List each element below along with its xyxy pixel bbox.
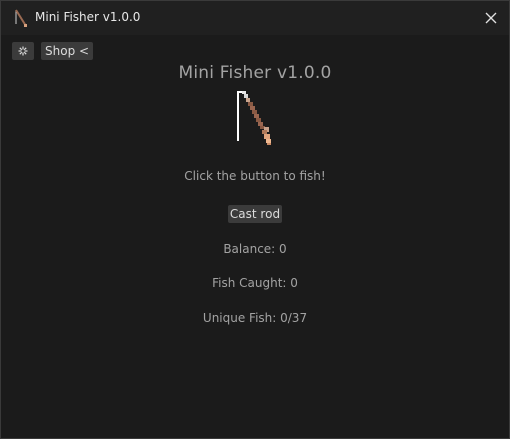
cast-rod-button[interactable]: Cast rod (228, 205, 282, 223)
shop-button[interactable]: Shop < (41, 42, 94, 60)
page-title: Mini Fisher v1.0.0 (178, 63, 332, 83)
fishing-rod-icon (233, 89, 281, 149)
close-icon (485, 12, 497, 24)
instruction-text: Click the button to fish! (184, 169, 326, 183)
settings-button[interactable] (12, 42, 34, 60)
window-title: Mini Fisher v1.0.0 (35, 10, 141, 24)
close-button[interactable] (473, 1, 509, 35)
unique-fish-label: Unique Fish: 0/37 (202, 311, 308, 325)
balance-label: Balance: 0 (223, 242, 287, 256)
fishing-rod-icon (14, 9, 28, 27)
fish-caught-label: Fish Caught: 0 (212, 276, 298, 290)
title-bar[interactable]: Mini Fisher v1.0.0 (1, 1, 509, 35)
settings-icon (18, 46, 28, 56)
main-panel: Shop < Mini Fisher v1.0.0 Click the butt… (1, 35, 509, 438)
app-window: Mini Fisher v1.0.0 Shop < Mini Fisher v1… (0, 0, 510, 439)
